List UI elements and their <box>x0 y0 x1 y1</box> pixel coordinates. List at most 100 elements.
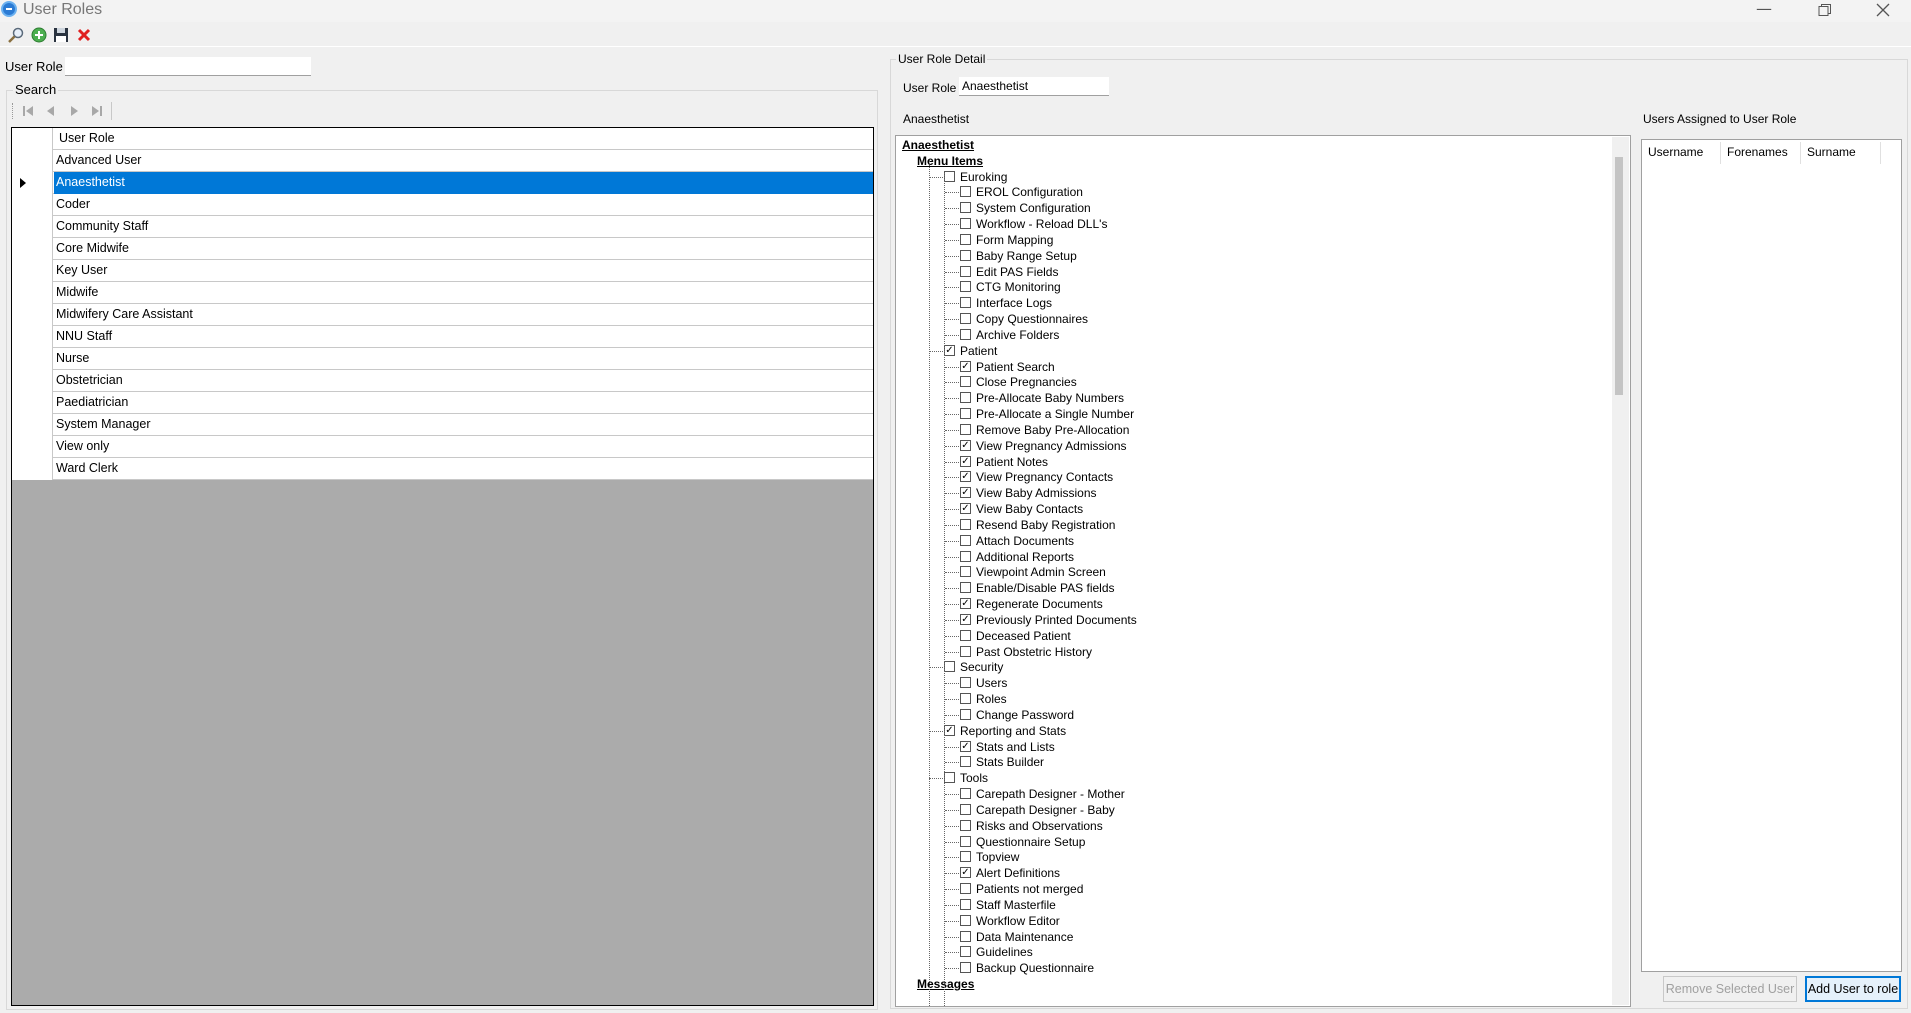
row-header[interactable] <box>12 260 53 282</box>
row-header[interactable] <box>12 282 53 304</box>
checkbox[interactable] <box>960 629 971 641</box>
checkbox[interactable] <box>960 376 971 388</box>
minimize-icon[interactable]: — <box>1741 0 1787 20</box>
table-row[interactable]: Anaesthetist <box>12 172 873 194</box>
checkbox[interactable] <box>960 297 971 309</box>
row-header[interactable] <box>12 238 53 260</box>
last-record-icon[interactable] <box>90 104 104 118</box>
checkbox[interactable] <box>960 645 971 657</box>
table-row[interactable]: Ward Clerk <box>12 458 873 480</box>
checkbox[interactable] <box>960 423 971 435</box>
checkbox[interactable] <box>960 788 971 800</box>
checkbox[interactable] <box>960 803 971 815</box>
tree-scrollbar-thumb[interactable] <box>1615 157 1623 395</box>
user-role-cell[interactable]: Coder <box>56 197 90 211</box>
table-row[interactable]: Coder <box>12 194 873 216</box>
checkbox[interactable] <box>960 218 971 230</box>
checked-checkbox[interactable]: ✓ <box>960 867 971 879</box>
permissions-tree[interactable]: Anaesthetist Menu Items Euroking EROL Confi… <box>895 135 1631 1007</box>
checkbox[interactable] <box>960 265 971 277</box>
row-header[interactable] <box>12 414 53 436</box>
table-row[interactable]: Nurse <box>12 348 873 370</box>
user-role-filter-input[interactable] <box>65 57 311 76</box>
table-row[interactable]: NNU Staff <box>12 326 873 348</box>
user-role-cell[interactable]: View only <box>56 439 109 453</box>
row-header[interactable] <box>12 304 53 326</box>
checked-checkbox[interactable]: ✓ <box>960 471 971 483</box>
table-row[interactable]: View only <box>12 436 873 458</box>
user-role-cell[interactable]: Community Staff <box>56 219 148 233</box>
checked-checkbox[interactable]: ✓ <box>960 598 971 610</box>
checkbox[interactable] <box>960 518 971 530</box>
row-header[interactable] <box>12 172 53 194</box>
user-role-cell[interactable]: Advanced User <box>56 153 141 167</box>
checkbox[interactable] <box>944 661 955 673</box>
users-column-username[interactable]: Username <box>1648 145 1703 159</box>
users-column-surname[interactable]: Surname <box>1807 145 1856 159</box>
checkbox[interactable] <box>960 408 971 420</box>
checked-checkbox[interactable]: ✓ <box>960 455 971 467</box>
checked-checkbox[interactable]: ✓ <box>960 613 971 625</box>
checkbox[interactable] <box>960 962 971 974</box>
checkbox[interactable] <box>960 946 971 958</box>
checkbox[interactable] <box>960 249 971 261</box>
table-row[interactable]: Community Staff <box>12 216 873 238</box>
checkbox[interactable] <box>960 835 971 847</box>
checkbox[interactable] <box>960 392 971 404</box>
row-header[interactable] <box>12 392 53 414</box>
row-header[interactable] <box>12 326 53 348</box>
checked-checkbox[interactable]: ✓ <box>960 487 971 499</box>
checkbox[interactable] <box>960 328 971 340</box>
checked-checkbox[interactable]: ✓ <box>960 740 971 752</box>
table-row[interactable]: Core Midwife <box>12 238 873 260</box>
table-row[interactable]: Obstetrician <box>12 370 873 392</box>
checkbox[interactable] <box>944 772 955 784</box>
row-header[interactable] <box>12 436 53 458</box>
checkbox[interactable] <box>944 170 955 182</box>
checkbox[interactable] <box>960 566 971 578</box>
checked-checkbox[interactable]: ✓ <box>960 360 971 372</box>
user-role-cell[interactable]: Ward Clerk <box>56 461 118 475</box>
row-header[interactable] <box>12 348 53 370</box>
user-role-cell[interactable]: Midwifery Care Assistant <box>56 307 193 321</box>
detail-user-role-input[interactable] <box>959 77 1109 96</box>
checkbox[interactable] <box>960 819 971 831</box>
previous-record-icon[interactable] <box>44 104 58 118</box>
checkbox[interactable] <box>960 883 971 894</box>
row-header[interactable] <box>12 150 53 172</box>
user-role-cell[interactable]: Key User <box>56 263 107 277</box>
checkbox[interactable] <box>960 930 971 942</box>
user-role-cell[interactable]: Obstetrician <box>56 373 123 387</box>
save-icon[interactable] <box>52 26 70 44</box>
table-row[interactable]: Paediatrician <box>12 392 873 414</box>
checkbox[interactable] <box>960 708 971 720</box>
checkbox[interactable] <box>960 582 971 594</box>
checkbox[interactable] <box>960 186 971 198</box>
checked-checkbox[interactable]: ✓ <box>944 344 955 356</box>
user-role-cell[interactable]: Anaesthetist <box>56 175 125 189</box>
row-header[interactable] <box>12 458 53 480</box>
checkbox[interactable] <box>960 756 971 768</box>
user-role-cell[interactable]: Core Midwife <box>56 241 129 255</box>
table-row[interactable]: Midwifery Care Assistant <box>12 304 873 326</box>
users-table[interactable]: Username Forenames Surname <box>1641 139 1902 972</box>
checkbox[interactable] <box>960 693 971 705</box>
checkbox[interactable] <box>960 898 971 910</box>
checkbox[interactable] <box>960 313 971 325</box>
checkbox[interactable] <box>960 677 971 689</box>
add-user-to-role-button[interactable]: Add User to role <box>1805 976 1901 1002</box>
table-row[interactable]: Key User <box>12 260 873 282</box>
delete-icon[interactable] <box>75 26 93 44</box>
user-role-cell[interactable]: Nurse <box>56 351 89 365</box>
user-role-cell[interactable]: NNU Staff <box>56 329 112 343</box>
restore-icon[interactable] <box>1802 0 1848 20</box>
checkbox[interactable] <box>960 281 971 293</box>
users-column-forenames[interactable]: Forenames <box>1727 145 1788 159</box>
row-header[interactable] <box>12 370 53 392</box>
checked-checkbox[interactable]: ✓ <box>944 724 955 736</box>
add-icon[interactable] <box>30 26 48 44</box>
checkbox[interactable] <box>960 851 971 863</box>
checkbox[interactable] <box>960 233 971 245</box>
checkbox[interactable] <box>960 914 971 926</box>
checkbox[interactable] <box>960 534 971 546</box>
